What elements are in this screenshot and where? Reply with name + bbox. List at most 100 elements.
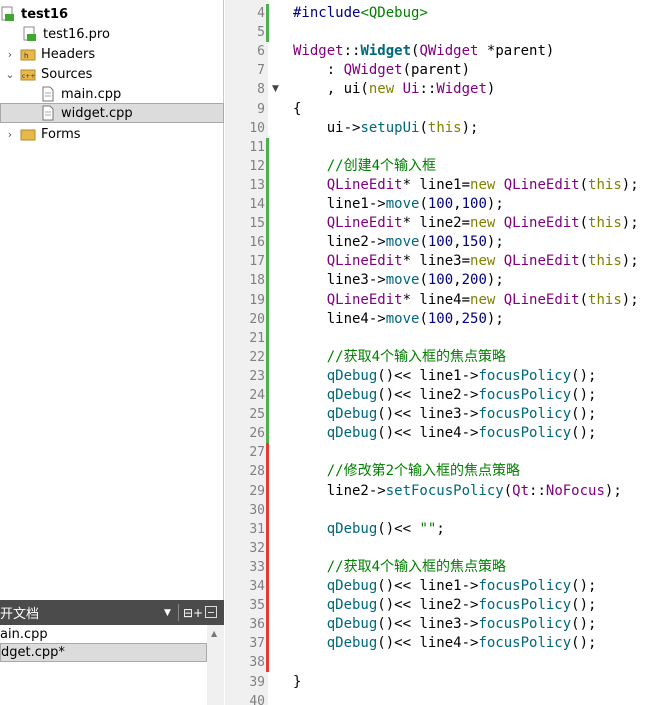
code-token: Widget bbox=[436, 81, 487, 98]
line-number: 9 bbox=[257, 101, 265, 117]
code-token: QLineEdit bbox=[503, 291, 580, 308]
divider bbox=[178, 604, 179, 621]
code-token: qDebug bbox=[326, 425, 378, 442]
close-pane-icon[interactable] bbox=[205, 606, 217, 618]
line-number: 23 bbox=[249, 368, 265, 384]
dropdown-arrow-icon[interactable]: ▼ bbox=[164, 608, 171, 618]
tree-item-forms[interactable]: › Forms bbox=[0, 124, 224, 144]
line-number: 33 bbox=[249, 559, 265, 575]
code-token: move bbox=[385, 272, 420, 289]
code-token: qDebug bbox=[326, 367, 378, 384]
chevron-down-icon[interactable]: ⌄ bbox=[4, 68, 16, 81]
code-line: line3->move(100,200); bbox=[293, 271, 504, 290]
code-token: Widget bbox=[293, 43, 344, 60]
tree-item-main-cpp[interactable]: main.cpp bbox=[0, 84, 224, 104]
chevron-right-icon[interactable]: › bbox=[4, 48, 16, 61]
code-line: line1->move(100,100); bbox=[293, 195, 504, 214]
open-document-item[interactable]: dget.cpp* bbox=[0, 643, 207, 662]
code-token: 250 bbox=[461, 310, 487, 327]
code-comment: //创建4个输入框 bbox=[293, 157, 437, 174]
code-token: , bbox=[453, 234, 462, 251]
code-token: focusPolicy bbox=[478, 387, 572, 403]
tree-item-sources[interactable]: ⌄ c++ Sources bbox=[0, 64, 224, 84]
tree-item-pro[interactable]: test16.pro bbox=[0, 24, 224, 44]
code-token: { bbox=[293, 100, 302, 117]
code-token: 100 bbox=[461, 196, 487, 212]
line-number: 13 bbox=[249, 177, 265, 193]
line-number: 40 bbox=[249, 693, 265, 705]
tree-item-project[interactable]: test16 bbox=[0, 4, 224, 24]
code-token: ( bbox=[579, 176, 589, 193]
code-token: 100 bbox=[427, 196, 454, 212]
code-token: (parent) bbox=[402, 62, 471, 79]
line-number: 21 bbox=[249, 330, 265, 346]
code-line: , ui(new Ui::Widget) bbox=[293, 80, 496, 99]
code-token: ); bbox=[486, 234, 504, 251]
code-token: ; bbox=[436, 520, 445, 537]
code-token: focusPolicy bbox=[478, 635, 572, 652]
split-icon[interactable]: ⊟+ bbox=[183, 606, 203, 620]
code-token: move bbox=[385, 196, 420, 212]
code-token: :: bbox=[343, 43, 361, 60]
code-token: :: bbox=[529, 482, 546, 499]
code-editor[interactable]: 4 5 6 7 8 9 10 11 12 13 14 15 16 17 18 19 20 21 22 23 24 25 26… bbox=[225, 0, 666, 705]
code-token: ()<< line2-> bbox=[377, 597, 479, 614]
line-number: 35 bbox=[249, 598, 265, 614]
code-token: } bbox=[293, 673, 302, 690]
code-comment: //获取4个输入框的焦点策略 bbox=[293, 558, 507, 575]
code-token: (); bbox=[571, 387, 597, 403]
svg-text:c++: c++ bbox=[22, 73, 35, 80]
saved-change-marker bbox=[266, 4, 269, 43]
line-number: 31 bbox=[249, 521, 265, 537]
open-document-item[interactable]: ain.cpp bbox=[0, 625, 207, 644]
code-token: line3-> bbox=[293, 272, 386, 289]
fold-arrow-icon[interactable]: ▼ bbox=[272, 84, 279, 94]
code-token: move bbox=[385, 234, 420, 251]
code-token: 100 bbox=[427, 272, 454, 289]
tree-item-widget-cpp[interactable]: widget.cpp bbox=[0, 103, 224, 123]
code-token: * line3= bbox=[402, 253, 471, 270]
code-token: qDebug bbox=[326, 616, 378, 633]
chevron-right-icon[interactable]: › bbox=[4, 128, 16, 141]
code-line: //修改第2个输入框的焦点策略 bbox=[293, 462, 520, 481]
code-token: line2-> bbox=[293, 234, 386, 251]
code-token: ) bbox=[486, 81, 496, 98]
code-token: QLineEdit bbox=[326, 291, 403, 308]
line-number: 28 bbox=[249, 464, 265, 480]
code-token: new bbox=[470, 291, 496, 308]
code-token: new bbox=[470, 215, 496, 232]
code-token: (); bbox=[571, 425, 597, 442]
code-token: ( bbox=[503, 482, 513, 499]
code-line: qDebug()<< line1->focusPolicy(); bbox=[293, 367, 597, 386]
line-number: 20 bbox=[249, 311, 265, 327]
code-token: ); bbox=[621, 291, 639, 308]
forms-folder-icon bbox=[20, 126, 36, 142]
line-number: 17 bbox=[249, 254, 265, 270]
code-line: ui->setupUi(this); bbox=[293, 119, 479, 138]
line-number: 5 bbox=[257, 25, 265, 41]
tree-item-label: Sources bbox=[41, 66, 93, 82]
code-token: focusPolicy bbox=[478, 367, 572, 384]
tree-item-label: widget.cpp bbox=[61, 105, 133, 121]
code-token: ); bbox=[461, 119, 479, 136]
code-line: QLineEdit* line1=new QLineEdit(this); bbox=[293, 176, 639, 195]
code-token: 150 bbox=[461, 234, 487, 251]
code-token: QLineEdit bbox=[326, 253, 403, 270]
code-line: //创建4个输入框 bbox=[293, 157, 436, 176]
document-name: dget.cpp* bbox=[1, 645, 65, 660]
code-token: ()<< line1-> bbox=[377, 367, 479, 384]
code-token: ); bbox=[621, 253, 639, 270]
scroll-up-icon[interactable]: ▲ bbox=[211, 629, 217, 638]
line-number: 11 bbox=[249, 139, 265, 155]
line-number: 6 bbox=[257, 44, 265, 60]
scrollbar[interactable]: ▲ bbox=[207, 625, 224, 705]
code-token: (); bbox=[571, 635, 597, 652]
code-comment: //修改第2个输入框的焦点策略 bbox=[293, 463, 521, 480]
tree-item-headers[interactable]: › h Headers bbox=[0, 44, 224, 64]
